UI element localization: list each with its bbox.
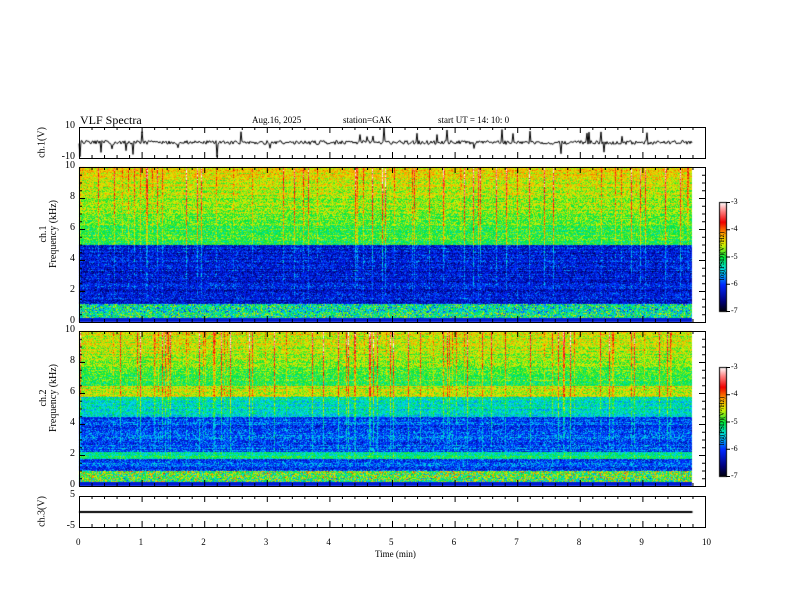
colorbar-tick-label: -6	[731, 443, 738, 453]
y-tick-label: 4	[70, 417, 75, 428]
x-tick-label: 9	[639, 537, 644, 547]
x-tick-label: 7	[514, 537, 519, 547]
y-tick-label: 6	[70, 222, 75, 233]
date-label: Aug.16, 2025	[252, 115, 302, 125]
x-tick-label: 3	[263, 537, 269, 547]
x-axis-label: Time (min)	[375, 549, 416, 559]
figure-title: VLF Spectra	[80, 113, 142, 127]
colorbar-tick-label: -3	[731, 197, 738, 206]
colorbar-1-label: log(PSD)(V²/Hz)	[718, 231, 727, 281]
y-tick-label: 2	[70, 448, 75, 459]
colorbar-tick-label: -4	[731, 389, 738, 399]
panel-frame	[79, 331, 706, 487]
vlf-spectra-figure: VLF Spectra Aug.16, 2025 station=GAK sta…	[0, 0, 792, 612]
colorbar-tick-label: -5	[731, 251, 738, 261]
x-tick-label: 5	[389, 537, 394, 547]
colorbar-tick-label: -7	[731, 471, 738, 480]
y-tick-label: 4	[70, 253, 75, 264]
x-tick-label: 0	[76, 537, 81, 547]
colorbar-tick-label: -4	[731, 224, 738, 234]
colorbar-tick-label: -3	[731, 362, 738, 371]
station-label: station=GAK	[343, 115, 392, 125]
start-time-label: start UT = 14: 10: 0	[438, 115, 510, 125]
y-tick-label: 10	[65, 120, 75, 131]
x-tick-label: 2	[201, 537, 206, 547]
y-tick-label: 6	[70, 386, 75, 397]
y-tick-label: 10	[65, 324, 75, 335]
colorbar-tick-label: -5	[731, 416, 738, 426]
y-tick-label: 2	[70, 284, 75, 295]
y-tick-label: 5	[70, 489, 75, 500]
ch2-frequency-ylabel: ch.2 Frequency (kHz)	[38, 353, 59, 443]
ch1-frequency-ylabel: ch.1 Frequency (kHz)	[38, 189, 59, 279]
colorbar-tick-label: -6	[731, 278, 738, 288]
colorbar-tick-label: -7	[731, 306, 738, 315]
x-tick-label: 8	[576, 537, 582, 547]
x-tick-label: 6	[451, 537, 457, 547]
x-tick-label: 10	[702, 537, 711, 547]
colorbar-2-label: log(PSD)(V²/Hz)	[718, 396, 727, 446]
y-tick-label: 10	[65, 160, 75, 171]
x-tick-label: 4	[326, 537, 331, 547]
y-tick-label: 8	[70, 355, 75, 366]
x-tick-label: 1	[138, 537, 144, 547]
y-tick-label: -5	[66, 520, 75, 531]
y-tick-label: 8	[70, 191, 75, 202]
axes-layer	[79, 127, 730, 528]
panel-frame	[79, 167, 706, 323]
